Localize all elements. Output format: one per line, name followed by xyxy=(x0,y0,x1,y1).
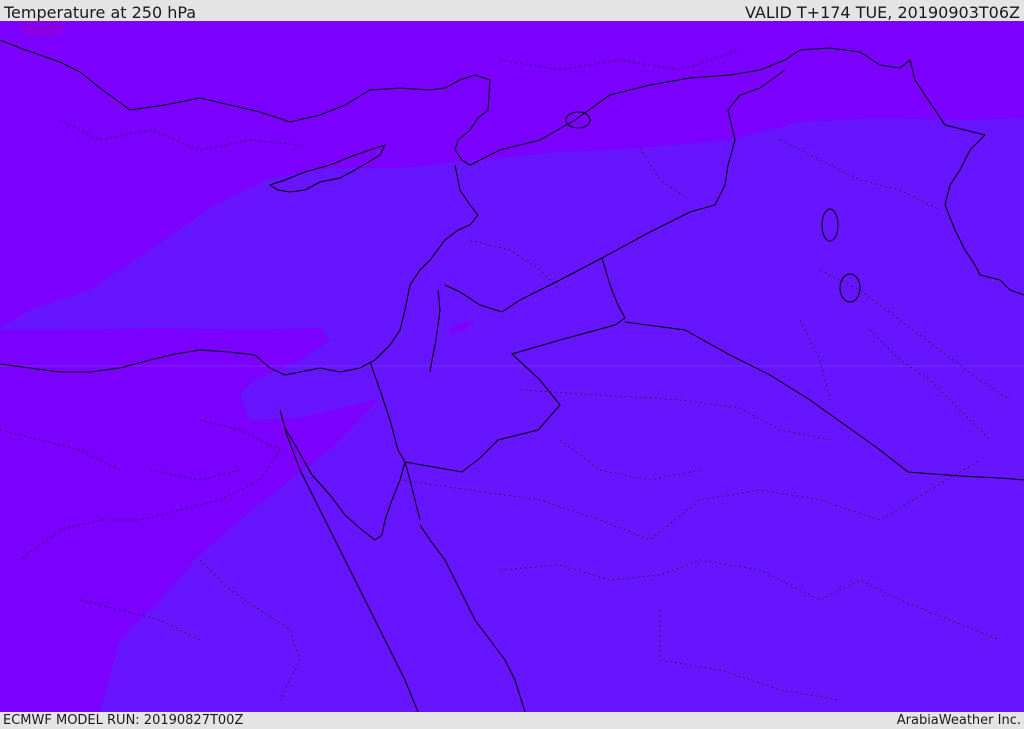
map-title: Temperature at 250 hPa xyxy=(4,3,197,22)
footer-bar: ECMWF MODEL RUN: 20190827T00Z ArabiaWeat… xyxy=(0,712,1024,729)
temperature-map xyxy=(0,21,1024,712)
header-bar: Temperature at 250 hPa VALID T+174 TUE, … xyxy=(0,0,1024,22)
valid-time-label: VALID T+174 TUE, 20190903T06Z xyxy=(744,3,1020,22)
model-run-label: ECMWF MODEL RUN: 20190827T00Z xyxy=(3,713,244,728)
map-panel[interactable] xyxy=(0,21,1024,712)
credit-label: ArabiaWeather Inc. xyxy=(896,713,1021,728)
